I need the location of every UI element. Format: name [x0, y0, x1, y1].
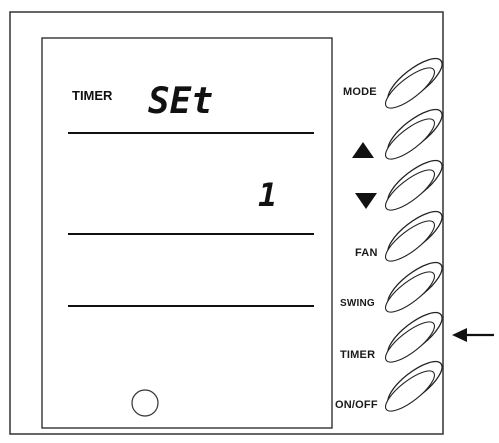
swing-button-label: SWING — [340, 298, 375, 309]
mode-button-label: MODE — [343, 86, 377, 98]
lcd-mode-label: TIMER — [72, 88, 113, 103]
timer-button-label: TIMER — [340, 349, 375, 361]
lcd-value: 1 — [258, 176, 277, 214]
sensor-circle — [131, 389, 159, 417]
onoff-button-label: ON/OFF — [335, 399, 378, 411]
lcd-status-text: SEt — [148, 81, 213, 122]
pointer-arrow-icon — [452, 328, 494, 342]
remote-controller-diagram: TIMER SEt 1 MODE FAN SWING TIMER ON/OFF — [9, 11, 494, 435]
fan-button-label: FAN — [355, 247, 378, 259]
